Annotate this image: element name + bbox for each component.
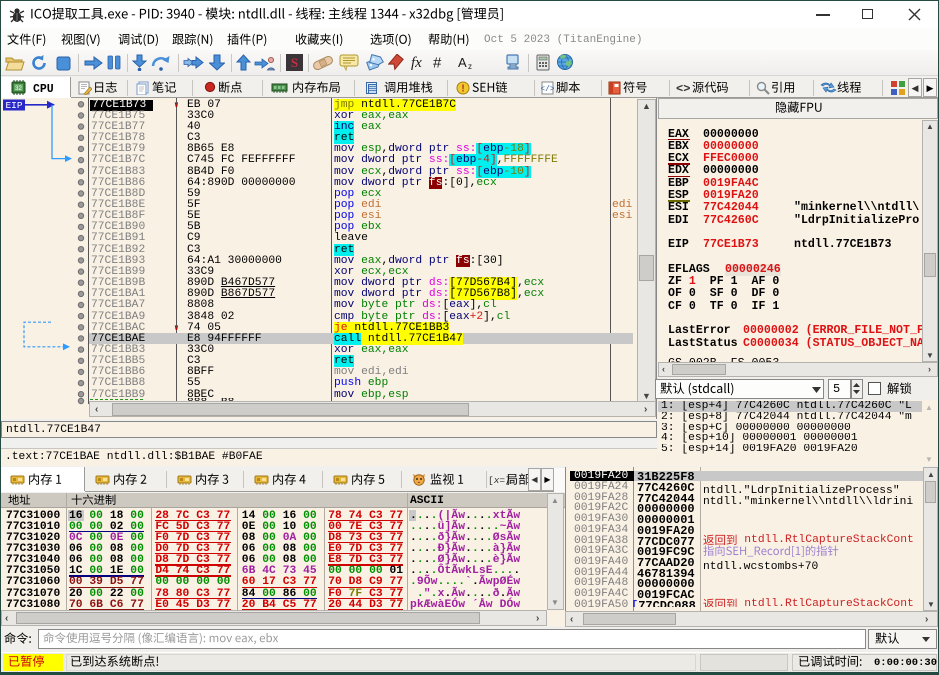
svg-text:fx: fx [411,55,422,70]
svg-text:#: # [433,55,442,71]
svg-text:</>: </> [541,85,554,94]
svg-text:z: z [468,62,472,71]
svg-text:!: ! [461,84,464,95]
svg-text:EIP: EIP [5,100,22,111]
svg-text:A: A [458,55,467,70]
svg-text:<>: <> [676,82,690,94]
svg-text:32: 32 [15,86,22,92]
svg-text:S: S [291,55,298,70]
